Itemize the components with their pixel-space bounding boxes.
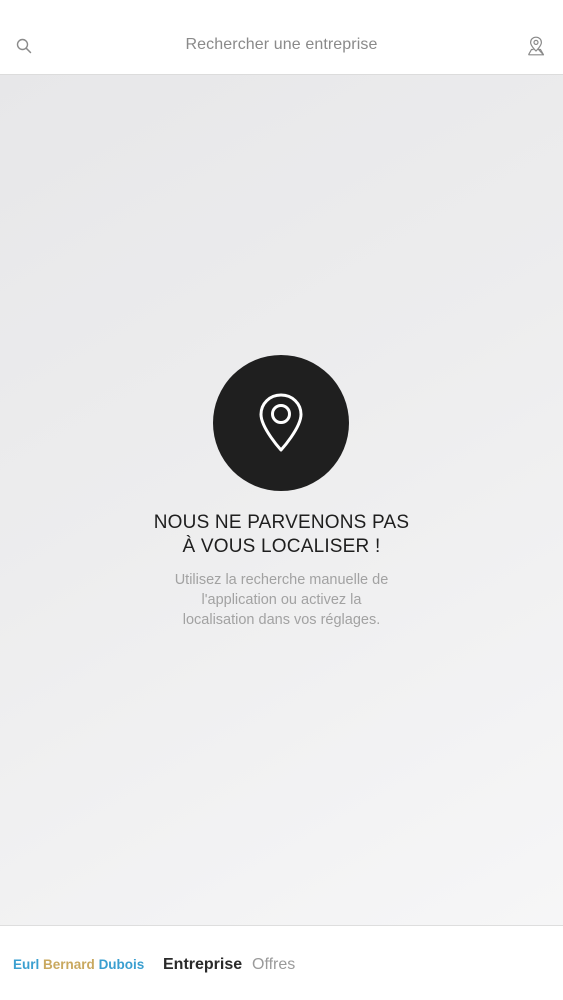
brand-word-3: Dubois xyxy=(98,957,145,972)
headline-line-1: NOUS NE PARVENONS PAS xyxy=(153,512,410,533)
bottom-nav-bar: Eurl Bernard Dubois Entreprise Offres xyxy=(0,925,563,1000)
location-button[interactable] xyxy=(525,35,547,57)
user-location-icon xyxy=(527,36,545,56)
brand-word-2: Bernard xyxy=(43,957,95,972)
tab-entreprise[interactable]: Entreprise xyxy=(163,956,242,974)
brand-word-1: Eurl xyxy=(13,957,40,972)
top-search-bar: Rechercher une entreprise xyxy=(0,0,563,75)
location-error-headline: NOUS NE PARVENONS PAS À VOUS LOCALISER ! xyxy=(0,511,563,559)
empty-state-panel: NOUS NE PARVENONS PAS À VOUS LOCALISER !… xyxy=(0,75,563,925)
message-line-1: Utilisez la recherche manuelle de xyxy=(174,572,389,588)
tab-offres[interactable]: Offres xyxy=(252,956,295,974)
map-pin-icon xyxy=(259,393,303,452)
location-error-message: Utilisez la recherche manuelle de l'appl… xyxy=(0,570,563,630)
search-placeholder-title[interactable]: Rechercher une entreprise xyxy=(0,36,563,54)
message-line-3: localisation dans vos réglages. xyxy=(182,612,381,628)
headline-line-2: À VOUS LOCALISER ! xyxy=(182,536,381,557)
message-line-2: l'application ou activez la xyxy=(201,592,362,608)
location-pin-badge xyxy=(213,355,349,491)
brand-logo: Eurl Bernard Dubois xyxy=(13,957,144,972)
